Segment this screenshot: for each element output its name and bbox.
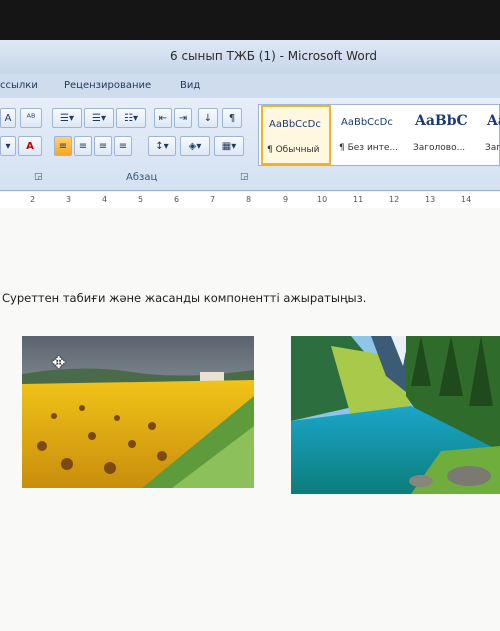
increase-indent-icon[interactable]: ⇥ <box>174 108 192 128</box>
ruler-number: 5 <box>138 195 144 204</box>
style-sample: AaBbC <box>415 113 468 129</box>
paragraph-group-label: Абзац <box>126 172 158 183</box>
grow-font-button[interactable]: A <box>0 108 16 128</box>
ruler-number: 7 <box>210 195 216 204</box>
decrease-indent-icon[interactable]: ⇤ <box>154 108 172 128</box>
pilcrow-icon[interactable]: ¶ <box>222 108 242 128</box>
ruler-number: 11 <box>353 195 364 204</box>
font-dialog-launcher-icon[interactable]: ◲ <box>34 172 43 182</box>
word-window: 6 сынып ТЖБ (1) - Microsoft Word ссылки … <box>0 40 500 631</box>
question-label: Суреттен табиғи және жасанды компоненттi… <box>2 291 367 305</box>
style-sample: AaBbCcDc <box>341 117 393 128</box>
ruler-number: 13 <box>425 195 436 204</box>
ruler-number: 9 <box>283 195 289 204</box>
shading-icon[interactable]: ◈▾ <box>180 136 210 156</box>
mountain-lake-image[interactable] <box>291 336 500 494</box>
line-spacing-icon[interactable]: ↕▾ <box>148 136 176 156</box>
numbering-icon[interactable]: ☰▾ <box>84 108 114 128</box>
style-sample: Aa <box>487 113 500 129</box>
ruler-number: 4 <box>102 195 108 204</box>
multilevel-list-icon[interactable]: ☷▾ <box>116 108 146 128</box>
horizontal-ruler[interactable]: 2 3 4 5 6 7 8 9 10 11 12 13 14 <box>0 192 500 209</box>
align-left-icon[interactable]: ≡ <box>54 136 72 156</box>
ruler-number: 10 <box>317 195 328 204</box>
tab-references[interactable]: ссылки <box>0 80 38 91</box>
question-text: Суреттен табиғи және жасанды компоненттi… <box>2 291 366 305</box>
font-color-button[interactable]: A <box>18 136 42 156</box>
ruler-number: 14 <box>461 195 472 204</box>
style-heading-2[interactable]: Aa Заг <box>481 105 500 165</box>
borders-icon[interactable]: ▦▾ <box>214 136 244 156</box>
style-name: ¶ Обычный <box>267 145 320 155</box>
style-name: ¶ Без инте... <box>339 143 399 153</box>
style-normal[interactable]: AaBbCcDc ¶ Обычный <box>261 105 331 165</box>
ruler-number: 6 <box>174 195 180 204</box>
bullets-icon[interactable]: ☰▾ <box>52 108 82 128</box>
align-right-icon[interactable]: ≡ <box>94 136 112 156</box>
sort-icon[interactable]: ↓ <box>198 108 218 128</box>
document-page[interactable]: Суреттен табиғи және жасанды компоненттi… <box>0 208 500 631</box>
style-name: Заголово... <box>413 143 466 153</box>
style-heading-1[interactable]: AaBbC Заголово... <box>409 105 479 165</box>
style-name: Заг <box>485 143 500 153</box>
ruler-number: 12 <box>389 195 400 204</box>
ribbon-tabs: ссылки Рецензирование Вид <box>0 74 500 99</box>
clear-format-icon[interactable]: ᴬᴮ <box>20 108 42 128</box>
tab-view[interactable]: Вид <box>180 80 200 91</box>
justify-icon[interactable]: ≡ <box>114 136 132 156</box>
style-sample: AaBbCcDc <box>269 119 321 130</box>
title-bar: 6 сынып ТЖБ (1) - Microsoft Word <box>0 40 500 74</box>
ribbon: A ᴬᴮ ▾ A ☰▾ ☰▾ ☷▾ ⇤ ⇥ ↓ ¶ ≡ ≡ ≡ ≡ ↕▾ ◈▾ … <box>0 98 500 191</box>
styles-gallery: AaBbCcDc ¶ Обычный AaBbCcDc ¶ Без инте..… <box>258 104 500 166</box>
style-no-spacing[interactable]: AaBbCcDc ¶ Без инте... <box>335 105 405 165</box>
align-center-icon[interactable]: ≡ <box>74 136 92 156</box>
ruler-number: 8 <box>246 195 252 204</box>
highlight-icon[interactable]: ▾ <box>0 136 16 156</box>
tab-review[interactable]: Рецензирование <box>64 80 151 91</box>
paragraph-dialog-launcher-icon[interactable]: ◲ <box>240 172 249 182</box>
ruler-number: 2 <box>30 195 36 204</box>
ruler-number: 3 <box>66 195 72 204</box>
window-title: 6 сынып ТЖБ (1) - Microsoft Word <box>170 49 378 63</box>
move-cursor-icon: ✥ <box>52 353 66 372</box>
